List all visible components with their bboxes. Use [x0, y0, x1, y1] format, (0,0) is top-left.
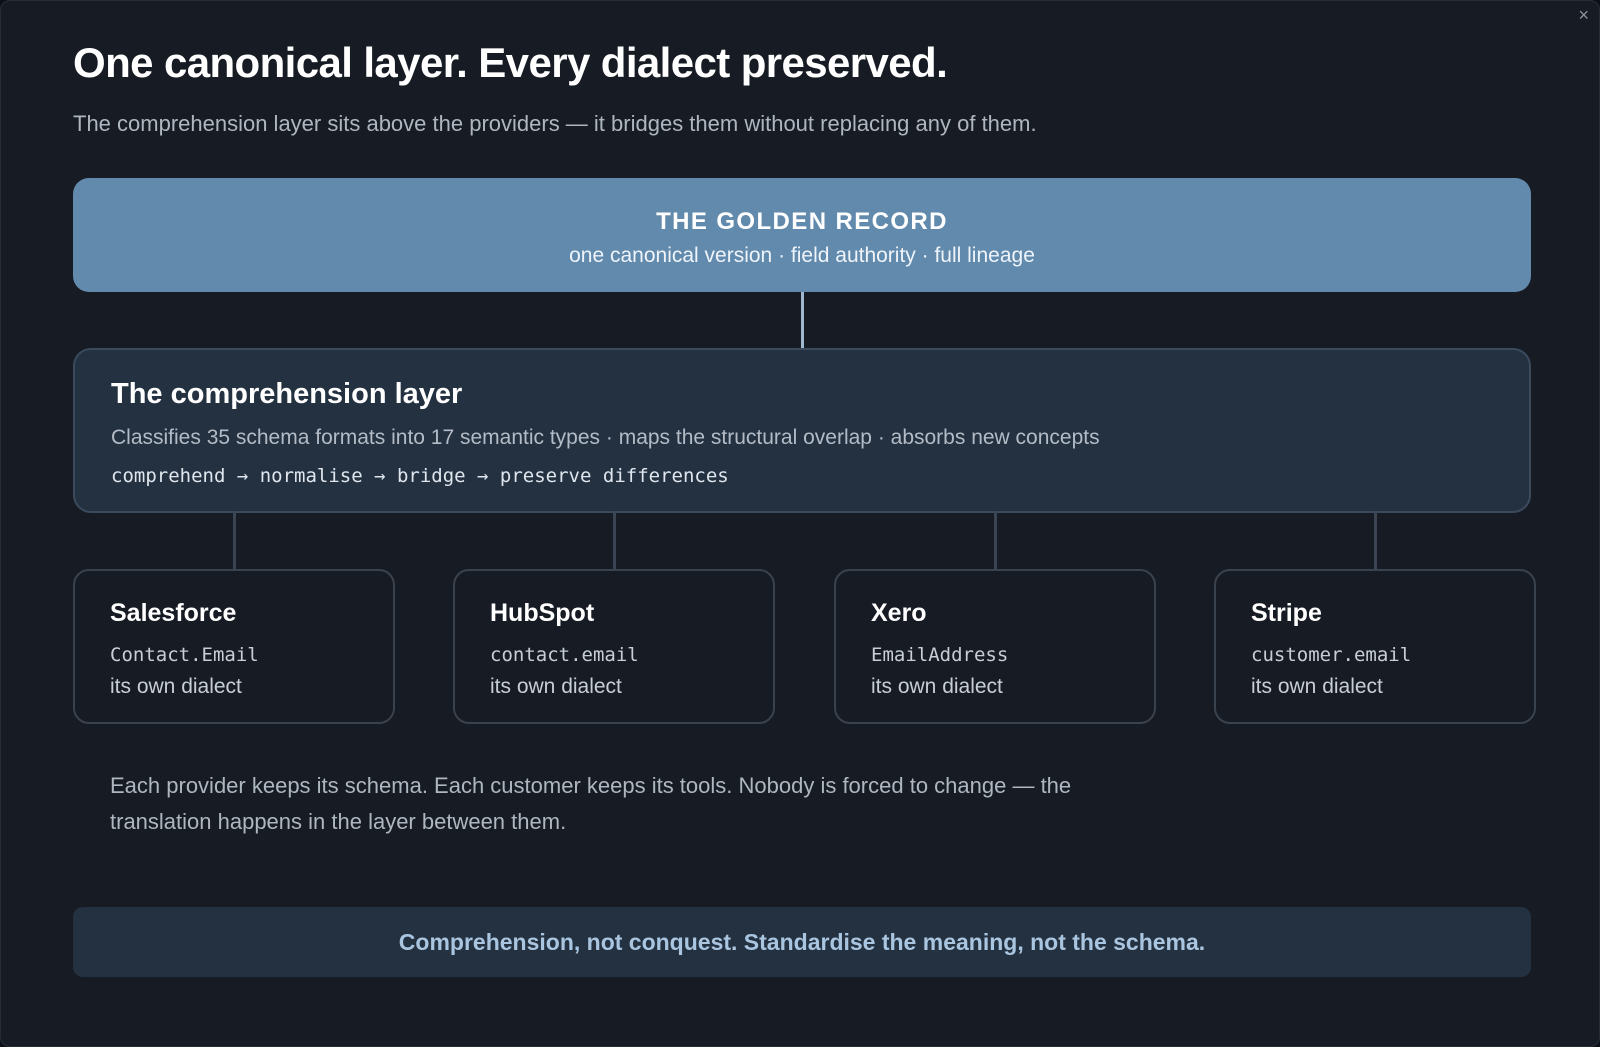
tagline-banner: Comprehension, not conquest. Standardise… [73, 907, 1531, 977]
provider-name: Salesforce [110, 599, 237, 627]
provider-note: its own dialect [490, 675, 622, 698]
golden-record-title: THE GOLDEN RECORD [656, 208, 948, 235]
provider-card-hubspot: HubSpot contact.email its own dialect [453, 569, 775, 724]
provider-name: HubSpot [490, 599, 595, 627]
provider-name: Stripe [1251, 599, 1322, 627]
layer-to-salesforce-connector [233, 511, 236, 569]
close-icon[interactable]: × [1578, 5, 1589, 25]
provider-card-salesforce: Salesforce Contact.Email its own dialect [73, 569, 395, 724]
explanatory-note: Each provider keeps its schema. Each cus… [110, 773, 1072, 834]
layer-to-hubspot-connector [613, 511, 616, 569]
provider-note: its own dialect [110, 675, 242, 698]
page-title: One canonical layer. Every dialect prese… [73, 39, 948, 86]
comprehension-layer-box: The comprehension layer Classifies 35 sc… [73, 348, 1531, 513]
provider-name: Xero [871, 599, 927, 627]
dialog-window: × One canonical layer. Every dialect pre… [0, 0, 1600, 1047]
provider-field: contact.email [490, 644, 639, 666]
provider-card-stripe: Stripe customer.email its own dialect [1214, 569, 1536, 724]
golden-record-subtitle: one canonical version · field authority … [569, 244, 1035, 267]
comprehension-layer-flow: comprehend → normalise → bridge → preser… [111, 465, 729, 487]
layer-to-stripe-connector [1374, 511, 1377, 569]
comprehension-layer-description: Classifies 35 schema formats into 17 sem… [111, 426, 1100, 449]
page-subtitle: The comprehension layer sits above the p… [73, 111, 1037, 136]
provider-field: Contact.Email [110, 644, 259, 666]
provider-card-xero: Xero EmailAddress its own dialect [834, 569, 1156, 724]
golden-to-layer-connector [801, 292, 804, 348]
golden-record-box: THE GOLDEN RECORD one canonical version … [73, 178, 1531, 292]
provider-field: customer.email [1251, 644, 1412, 666]
comprehension-layer-title: The comprehension layer [111, 378, 463, 410]
provider-field: EmailAddress [871, 644, 1009, 666]
provider-note: its own dialect [871, 675, 1003, 698]
provider-note: its own dialect [1251, 675, 1383, 698]
layer-to-xero-connector [994, 511, 997, 569]
